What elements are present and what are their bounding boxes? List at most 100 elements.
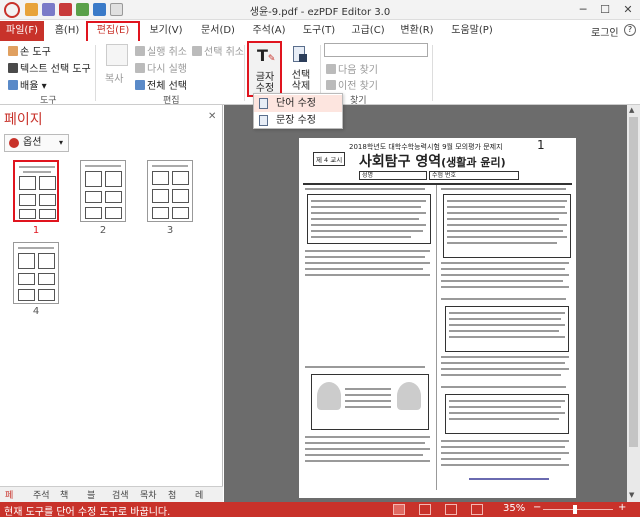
- menu-bar: 파일(F) 홈(H) 편집(E) 보기(V) 문서(D) 주석(A) 도구(T)…: [0, 20, 640, 41]
- tab-bookmarks[interactable]: 책: [60, 488, 68, 501]
- text-select-tool-button[interactable]: 텍스트 선택 도구: [8, 60, 91, 75]
- tab-home[interactable]: 홈(H): [48, 21, 86, 41]
- status-message: 현재 도구를 단어 수정 도구로 바꿉니다.: [4, 507, 171, 517]
- two-page-continuous-view-icon[interactable]: [471, 504, 483, 515]
- zoom-out-button[interactable]: −: [533, 502, 541, 513]
- page-thumbnail-4[interactable]: [13, 242, 59, 304]
- tab-annotation[interactable]: 주석(A): [245, 21, 293, 41]
- refresh-icon[interactable]: [76, 3, 89, 16]
- panel-tabs: 페 주석 책 블 검색 목차 첨 레: [0, 486, 223, 502]
- page-number-4: 4: [32, 306, 40, 317]
- tab-help[interactable]: 도움말(P): [443, 21, 501, 41]
- tab-advanced[interactable]: 고급(C): [345, 21, 391, 41]
- status-bar: 현재 도구를 단어 수정 도구로 바꿉니다. 35% − +: [0, 502, 640, 517]
- find-next-button[interactable]: 다음 찾기: [326, 61, 378, 76]
- tab-view[interactable]: 보기(V): [142, 21, 190, 41]
- letter-edit-button[interactable]: T✎ 글자수정 ▾: [247, 41, 282, 105]
- tab-layers[interactable]: 레: [195, 488, 203, 501]
- tab-convert[interactable]: 변환(R): [394, 21, 440, 41]
- document-view[interactable]: 2018학년도 대학수학능력시험 9월 모의평가 문제지 1 제 4 교시 사회…: [224, 105, 640, 502]
- page-number: 1: [537, 138, 545, 152]
- undo-button[interactable]: 실행 취소: [135, 43, 187, 58]
- letter-edit-dropdown: 단어 수정 문장 수정: [253, 93, 343, 129]
- select-all-button[interactable]: 전체 선택: [135, 77, 187, 92]
- options-button[interactable]: 옵션 ▾: [4, 134, 69, 152]
- two-page-view-icon[interactable]: [445, 504, 457, 515]
- tab-file[interactable]: 파일(F): [0, 21, 44, 41]
- panel-close-button[interactable]: ✕: [208, 111, 216, 122]
- chevron-down-icon: ▾: [59, 138, 64, 147]
- app-logo-icon: [4, 2, 20, 18]
- scroll-down-icon[interactable]: ▼: [629, 491, 634, 499]
- scroll-thumb[interactable]: [629, 117, 638, 447]
- redo-button[interactable]: 다시 실행: [135, 60, 187, 75]
- tab-toc[interactable]: 목차: [140, 488, 157, 501]
- sentence-edit-icon: [259, 115, 268, 126]
- subject-title: 사회탐구 영역(생활과 윤리): [359, 154, 506, 170]
- layout-button[interactable]: 배율 ▾: [8, 77, 47, 92]
- gear-icon: [9, 138, 19, 148]
- hand-tool-button[interactable]: 손 도구: [8, 43, 51, 58]
- pdf-page[interactable]: 2018학년도 대학수학능력시험 9월 모의평가 문제지 1 제 4 교시 사회…: [299, 138, 576, 498]
- minimize-button[interactable]: ─: [574, 2, 592, 18]
- page-panel: 페이지 ✕ 옵션 ▾ 1 2 3 4: [0, 105, 223, 502]
- select-all-icon: [135, 80, 145, 90]
- zoom-slider-knob[interactable]: [573, 505, 577, 514]
- maximize-button[interactable]: ☐: [596, 2, 614, 18]
- panel-title: 페이지: [4, 112, 43, 128]
- find-next-icon: [326, 64, 336, 74]
- tab-document[interactable]: 문서(D): [194, 21, 242, 41]
- page-thumbnail-1[interactable]: [13, 160, 59, 222]
- find-input[interactable]: [324, 43, 428, 57]
- help-icon[interactable]: ?: [624, 24, 636, 36]
- select-cancel-icon: [192, 46, 202, 56]
- tab-annotations[interactable]: 주석: [33, 488, 50, 501]
- tab-blocks[interactable]: 블: [87, 488, 95, 501]
- text-select-icon: [8, 63, 18, 73]
- page-thumbnail-2[interactable]: [80, 160, 126, 222]
- tab-pages[interactable]: 페: [5, 488, 13, 501]
- open-icon[interactable]: [25, 3, 38, 16]
- tab-search[interactable]: 검색: [112, 488, 129, 501]
- copy-button[interactable]: 복사: [105, 70, 123, 85]
- name-field: 성명: [359, 171, 427, 180]
- customize-icon[interactable]: [110, 3, 123, 16]
- question-3-passage: [443, 194, 571, 258]
- tab-attachments[interactable]: 첨: [168, 488, 176, 501]
- letter-edit-icon: T✎: [257, 46, 276, 65]
- find-prev-icon: [326, 80, 336, 90]
- zoom-in-button[interactable]: +: [618, 502, 626, 513]
- layout-icon: [8, 80, 18, 90]
- ribbon-separator: [244, 45, 245, 101]
- ribbon-separator: [432, 45, 433, 101]
- ribbon-separator: [95, 45, 96, 101]
- close-button[interactable]: ✕: [619, 2, 637, 18]
- zoom-slider[interactable]: [543, 509, 613, 510]
- id-field: 수험 번호: [429, 171, 519, 180]
- redo-icon[interactable]: [93, 3, 106, 16]
- vertical-scrollbar[interactable]: ▲ ▼: [627, 105, 640, 502]
- page-thumbnail-3[interactable]: [147, 160, 193, 222]
- print-icon[interactable]: [59, 3, 72, 16]
- continuous-view-icon[interactable]: [419, 504, 431, 515]
- page-number-2: 2: [99, 225, 107, 236]
- word-edit-icon: [259, 98, 268, 109]
- save-icon[interactable]: [42, 3, 55, 16]
- zoom-level: 35%: [503, 503, 526, 514]
- select-delete-button[interactable]: 선택 삭제: [289, 70, 313, 92]
- login-link[interactable]: 로그인: [591, 24, 619, 39]
- scroll-up-icon[interactable]: ▲: [629, 106, 634, 114]
- hand-icon: [8, 46, 18, 56]
- sentence-edit-menu-item[interactable]: 문장 수정: [254, 112, 342, 129]
- word-edit-menu-item[interactable]: 단어 수정: [254, 95, 342, 112]
- select-delete-icon: [289, 44, 311, 66]
- window-title: 생윤-9.pdf - ezPDF Editor 3.0: [249, 7, 391, 18]
- single-page-view-icon[interactable]: [393, 504, 405, 515]
- copy-icon[interactable]: [106, 44, 128, 66]
- tab-tools[interactable]: 도구(T): [296, 21, 342, 41]
- select-cancel-button[interactable]: 선택 취소: [192, 43, 244, 58]
- undo-icon: [135, 46, 145, 56]
- period-box: 제 4 교시: [313, 152, 346, 166]
- find-prev-button[interactable]: 이전 찾기: [326, 77, 378, 92]
- tab-edit[interactable]: 편집(E): [86, 21, 140, 41]
